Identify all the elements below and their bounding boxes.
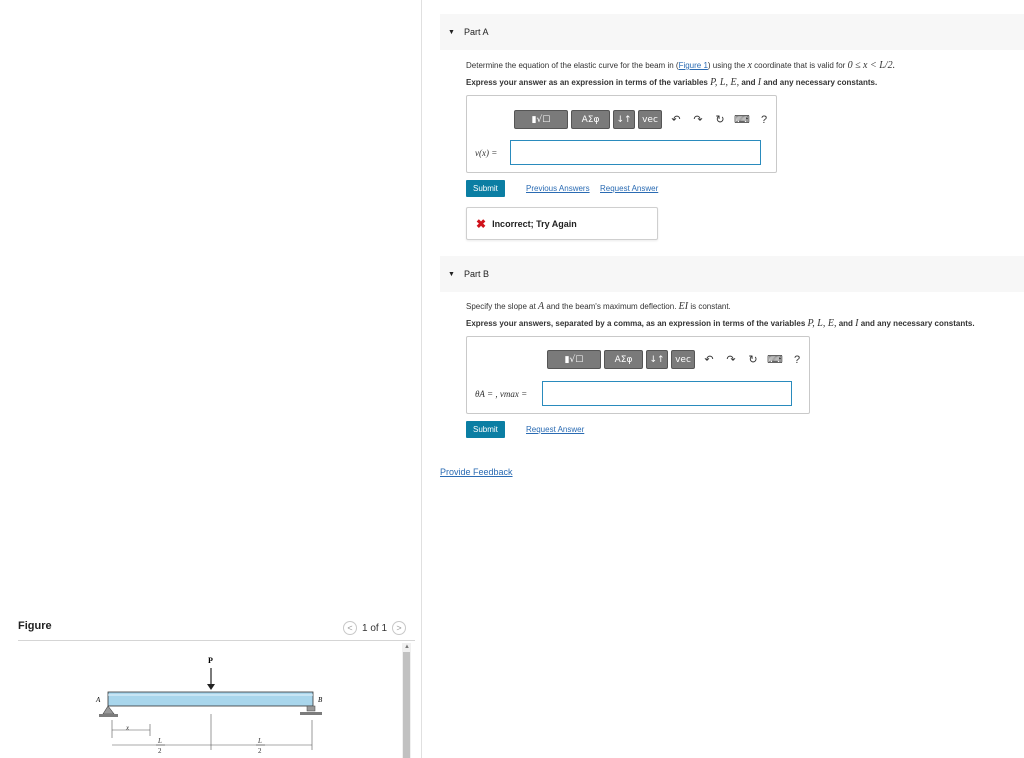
half-span-1-num: L xyxy=(157,737,162,745)
undo-icon[interactable]: ↶ xyxy=(698,351,720,368)
figure-page-count: 1 of 1 xyxy=(362,622,388,634)
figure-title: Figure xyxy=(18,620,52,632)
part-a-answer-input[interactable] xyxy=(510,140,761,165)
keyboard-icon[interactable]: ⌨ xyxy=(764,351,786,368)
feedback-text: Incorrect; Try Again xyxy=(492,218,577,229)
vec-button[interactable]: vec xyxy=(671,350,695,369)
part-a-submit-button[interactable]: Submit xyxy=(466,180,505,197)
q-text-segment: is constant. xyxy=(688,302,731,311)
figure-link[interactable]: Figure 1 xyxy=(679,61,708,70)
keyboard-icon[interactable]: ⌨ xyxy=(731,111,753,128)
templates-button[interactable]: ▮√☐ xyxy=(514,110,568,129)
q-var: EI xyxy=(678,301,689,312)
vec-button[interactable]: vec xyxy=(638,110,662,129)
q-text-segment: Express your answer as an expression in … xyxy=(466,78,711,87)
x-label: x xyxy=(125,724,130,732)
help-icon[interactable]: ? xyxy=(753,111,775,128)
part-b-answer-box: ▮√☐ ΑΣφ ↓↑ vec ↶ ↷ ↻ ⌨ ? θA = , vmax = xyxy=(466,336,810,414)
half-span-1-den: 2 xyxy=(158,747,162,755)
part-a-request-answer-link[interactable]: Request Answer xyxy=(600,184,658,193)
figure-pager: < 1 of 1 > xyxy=(343,621,407,635)
collapse-triangle-icon[interactable]: ▼ xyxy=(448,271,455,278)
greek-button[interactable]: ΑΣφ xyxy=(571,110,610,129)
q-text-segment: and any necessary constants. xyxy=(761,78,878,87)
part-b-header[interactable]: ▼ Part B xyxy=(440,256,1024,292)
part-b-title: Part B xyxy=(463,269,489,279)
right-ground xyxy=(300,712,322,715)
collapse-triangle-icon[interactable]: ▼ xyxy=(448,29,455,36)
greek-button[interactable]: ΑΣφ xyxy=(604,350,643,369)
next-figure-button[interactable]: > xyxy=(392,621,407,635)
part-a-title: Part A xyxy=(463,27,489,37)
q-text-segment: and the beam's maximum deflection. xyxy=(544,302,679,311)
q-text-segment: and any necessary constants. xyxy=(858,319,975,328)
templates-button[interactable]: ▮√☐ xyxy=(547,350,601,369)
math-toolbar: ▮√☐ ΑΣφ ↓↑ vec ↶ ↷ ↻ ⌨ ? xyxy=(547,350,808,369)
part-b-instructions: Express your answers, separated by a com… xyxy=(466,318,975,329)
part-b-submit-button[interactable]: Submit xyxy=(466,421,505,438)
beam-body xyxy=(107,691,314,707)
incorrect-feedback: ✖ Incorrect; Try Again xyxy=(466,207,658,240)
redo-icon[interactable]: ↷ xyxy=(720,351,742,368)
q-text-segment: and xyxy=(739,78,758,87)
q-vars: P, L, E, xyxy=(807,318,837,329)
part-a-question: Determine the equation of the elastic cu… xyxy=(466,60,895,71)
q-vars: P, L, E, xyxy=(710,77,740,88)
previous-answers-link[interactable]: Previous Answers xyxy=(526,184,590,193)
subscript-button[interactable]: ↓↑ xyxy=(613,110,635,129)
part-a-answer-box: ▮√☐ ΑΣφ ↓↑ vec ↶ ↷ ↻ ⌨ ? v(x) = xyxy=(466,95,777,173)
part-a-header[interactable]: ▼ Part A xyxy=(440,14,1024,50)
undo-icon[interactable]: ↶ xyxy=(665,111,687,128)
q-text-segment: Determine the equation of the elastic cu… xyxy=(466,61,679,70)
provide-feedback-link[interactable]: Provide Feedback xyxy=(440,467,513,477)
load-label: P xyxy=(208,656,213,665)
reset-icon[interactable]: ↻ xyxy=(709,111,731,128)
q-text-segment: Express your answers, separated by a com… xyxy=(466,319,808,328)
subscript-button[interactable]: ↓↑ xyxy=(646,350,668,369)
left-ground xyxy=(99,714,118,717)
math-toolbar: ▮√☐ ΑΣφ ↓↑ vec ↶ ↷ ↻ ⌨ ? xyxy=(514,110,775,129)
figure-divider xyxy=(18,640,415,641)
pin-support-icon xyxy=(102,705,115,715)
support-a-label: A xyxy=(95,696,101,704)
scroll-up-icon[interactable]: ▲ xyxy=(404,644,410,650)
half-span-2-num: L xyxy=(257,737,262,745)
scrollbar-thumb[interactable] xyxy=(403,652,410,758)
q-text-segment: ) using the xyxy=(707,61,748,70)
q-text-segment: coordinate that is valid for xyxy=(751,61,848,70)
error-x-icon: ✖ xyxy=(476,216,487,231)
redo-icon[interactable]: ↷ xyxy=(687,111,709,128)
q-range: 0 ≤ x < L/2. xyxy=(847,60,896,71)
prev-figure-button[interactable]: < xyxy=(343,621,357,635)
q-text-segment: and xyxy=(836,319,856,328)
q-text-segment: Specify the slope at xyxy=(466,302,539,311)
part-b-input-label: θA = , vmax = xyxy=(475,389,528,399)
help-icon[interactable]: ? xyxy=(786,351,808,368)
part-a-input-label: v(x) = xyxy=(475,148,498,158)
panel-divider xyxy=(421,0,422,758)
figure-scrollbar[interactable]: ▲ xyxy=(402,643,411,758)
support-b-label: B xyxy=(318,696,323,704)
part-b-request-answer-link[interactable]: Request Answer xyxy=(526,425,584,434)
beam-figure: P A B x L 2 L 2 xyxy=(95,656,323,755)
load-arrow-icon xyxy=(207,684,215,690)
half-span-2-den: 2 xyxy=(258,747,262,755)
roller-support-icon xyxy=(306,705,316,712)
part-b-question: Specify the slope at A and the beam's ma… xyxy=(466,301,731,312)
reset-icon[interactable]: ↻ xyxy=(742,351,764,368)
part-a-instructions: Express your answer as an expression in … xyxy=(466,77,877,88)
part-b-answer-input[interactable] xyxy=(542,381,792,406)
